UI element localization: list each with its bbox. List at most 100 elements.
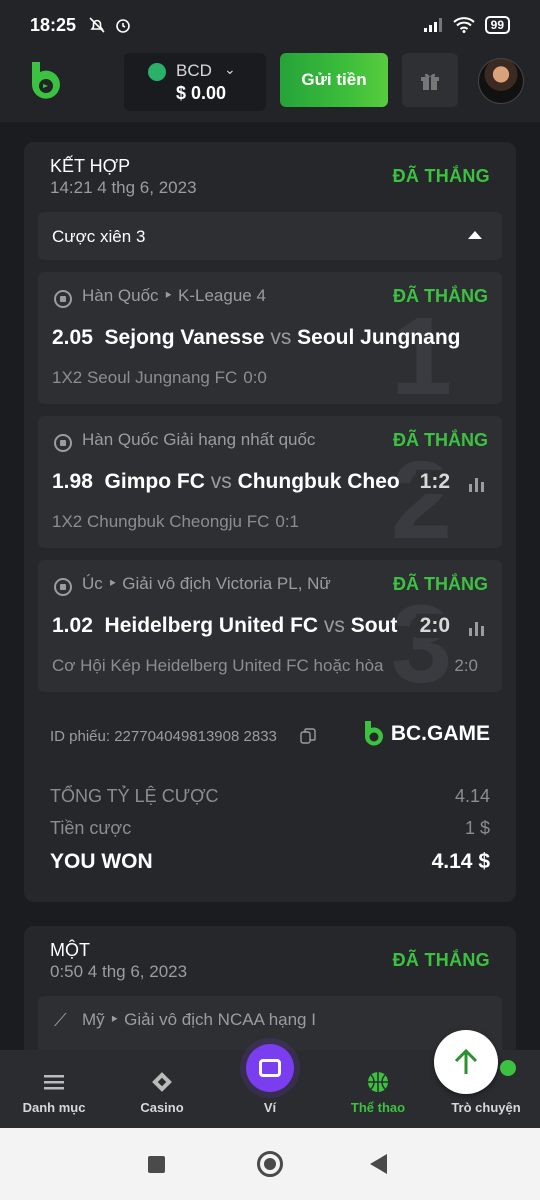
brand-name: BC.GAME [390,722,490,745]
stake-label: Tiền cược [50,818,132,838]
leg-number: 2 [391,446,452,549]
league-name: Úc ‣ Giải vô địch Victoria PL, Nữ [82,574,331,593]
wallet-selector[interactable]: BCD ⌄ $ 0.00 [124,53,266,111]
bet-card: MỘT 0:50 4 thg 6, 2023 ĐÃ THẮNG ⟋ Mỹ ‣ G… [24,926,516,1056]
pick-score: 0:0 [243,368,267,387]
pick-line: 1X2 Chungbuk Cheongju FC 0:1 [52,512,299,532]
bc-game-logo-icon [364,721,383,746]
won-label: YOU WON [50,850,153,873]
nav-menu-label: Danh mục [22,1100,86,1115]
soccer-ball-icon [54,290,72,308]
bet-date: 14:21 4 thg 6, 2023 [50,178,197,197]
match-score: 1:2 [415,470,450,494]
clock: 18:25 [30,14,77,35]
away-team: Chungbuk Cheo [237,470,400,493]
brand-logo: BC.GAME [363,720,490,748]
stake-value: 1 $ [464,818,490,838]
odds: 2.05 [52,326,93,349]
vs-label: vs [270,326,292,349]
leg-status: ĐÃ THẮNG [387,430,488,451]
match-line: 1.02 Heidelberg United FC vs Sout [52,614,476,638]
bc-logo-icon[interactable] [26,60,66,104]
wifi-icon [452,17,475,33]
summary-row-odds: TỔNG TỶ LỆ CƯỢC 4.14 [50,786,490,807]
app-header: BCD ⌄ $ 0.00 Gửi tiền [0,50,540,122]
away-team: Seoul Jungnang [297,326,461,349]
summary-row-won: YOU WON 4.14 $ [50,850,490,874]
home-team: Gimpo FC [104,470,205,493]
nav-sports-label: Thể thao [350,1100,406,1115]
wallet-nav-button[interactable] [246,1044,294,1092]
arrow-up-icon [454,1048,478,1074]
notifications-off-icon [89,17,105,33]
bet-card: KẾT HỢP 14:21 4 thg 6, 2023 ĐÃ THẮNG Cượ… [24,142,516,902]
vs-label: vs [323,614,345,637]
copy-icon[interactable] [300,728,316,744]
scroll-top-button[interactable] [434,1030,498,1094]
parlay-leg[interactable]: 2 Hàn Quốc Giải hạng nhất quốc ĐÃ THẮNG … [38,416,502,548]
league-name: Hàn Quốc Giải hạng nhất quốc [82,430,316,449]
leg-status: ĐÃ THẮNG [387,574,488,595]
parlay-leg[interactable]: 1 Hàn Quốc ‣ K-League 4 ĐÃ THẮNG 2.05 Se… [38,272,502,404]
pick-line: Cơ Hội Kép Heidelberg United FC hoặc hòa [52,656,384,676]
total-odds-value: 4.14 [454,786,490,806]
nav-casino-label: Casino [140,1100,184,1115]
match-score: 2:0 [415,614,450,638]
stats-icon[interactable] [469,620,484,636]
won-amount: 4.14 $ [431,850,490,873]
wallet-icon [259,1059,281,1077]
odds: 1.02 [52,614,93,637]
online-indicator [500,1060,516,1076]
bet-date: 0:50 4 thg 6, 2023 [50,962,188,981]
bcd-coin-icon [148,63,166,81]
status-badge: ĐÃ THẮNG [392,950,490,970]
match-line: 2.05 Sejong Vanesse vs Seoul Jungnang [52,326,476,350]
home-team: Heidelberg United FC [104,614,319,637]
casino-chip-icon [152,1072,172,1092]
ticket-id: ID phiếu: 227704049813908 2833 [50,728,277,745]
pick-score: 2:0 [454,656,478,675]
nav-chat-label: Trò chuyện [451,1100,521,1115]
leg-number: 3 [391,590,452,693]
nav-sports[interactable]: Thể thao [324,1050,432,1128]
gift-button[interactable] [402,53,458,107]
chevron-up-icon [468,231,482,239]
summary-row-stake: Tiền cược 1 $ [50,818,490,839]
balance-amount: $ 0.00 [176,83,227,103]
status-bar: 18:25 99 [0,0,540,50]
home-team: Sejong Vanesse [104,326,265,349]
vs-label: vs [210,470,232,493]
menu-icon [44,1075,64,1090]
currency-code: BCD [176,61,212,80]
nav-wallet-label: Ví [263,1100,277,1115]
nav-menu[interactable]: Danh mục [0,1050,108,1128]
leg-number: 1 [390,295,452,405]
chevron-down-icon: ⌄ [224,61,236,77]
parlay-leg[interactable]: 3 Úc ‣ Giải vô địch Victoria PL, Nữ ĐÃ T… [38,560,502,692]
pick-score: 0:1 [275,512,300,531]
odds: 1.98 [52,470,93,493]
battery-indicator: 99 [484,16,510,34]
alarm-icon [116,19,130,33]
soccer-ball-icon [54,434,72,452]
pick-line: 1X2 Seoul Jungnang FC 0:0 [52,368,267,388]
recents-icon[interactable] [148,1156,165,1173]
soccer-ball-icon [54,578,72,596]
nav-casino[interactable]: Casino [108,1050,216,1128]
home-icon[interactable] [257,1151,283,1177]
total-odds-label: TỔNG TỶ LỆ CƯỢC [50,786,219,806]
match-line: 1.98 Gimpo FC vs Chungbuk Cheo [52,470,476,494]
deposit-button[interactable]: Gửi tiền [280,53,388,107]
bet-type-title: MỘT [50,940,90,960]
stats-icon[interactable] [469,476,484,492]
parlay-toggle[interactable]: Cược xiên 3 [38,212,502,260]
signal-icon [423,18,442,32]
pick-label: 1X2 Seoul Jungnang FC [52,368,238,387]
gift-icon [421,73,439,90]
back-icon[interactable] [370,1154,387,1174]
avatar[interactable] [478,58,524,104]
system-nav-bar [0,1128,540,1200]
leg-status: ĐÃ THẮNG [387,286,488,307]
parlay-label: Cược xiên 3 [52,227,146,246]
status-badge: ĐÃ THẮNG [392,166,490,186]
